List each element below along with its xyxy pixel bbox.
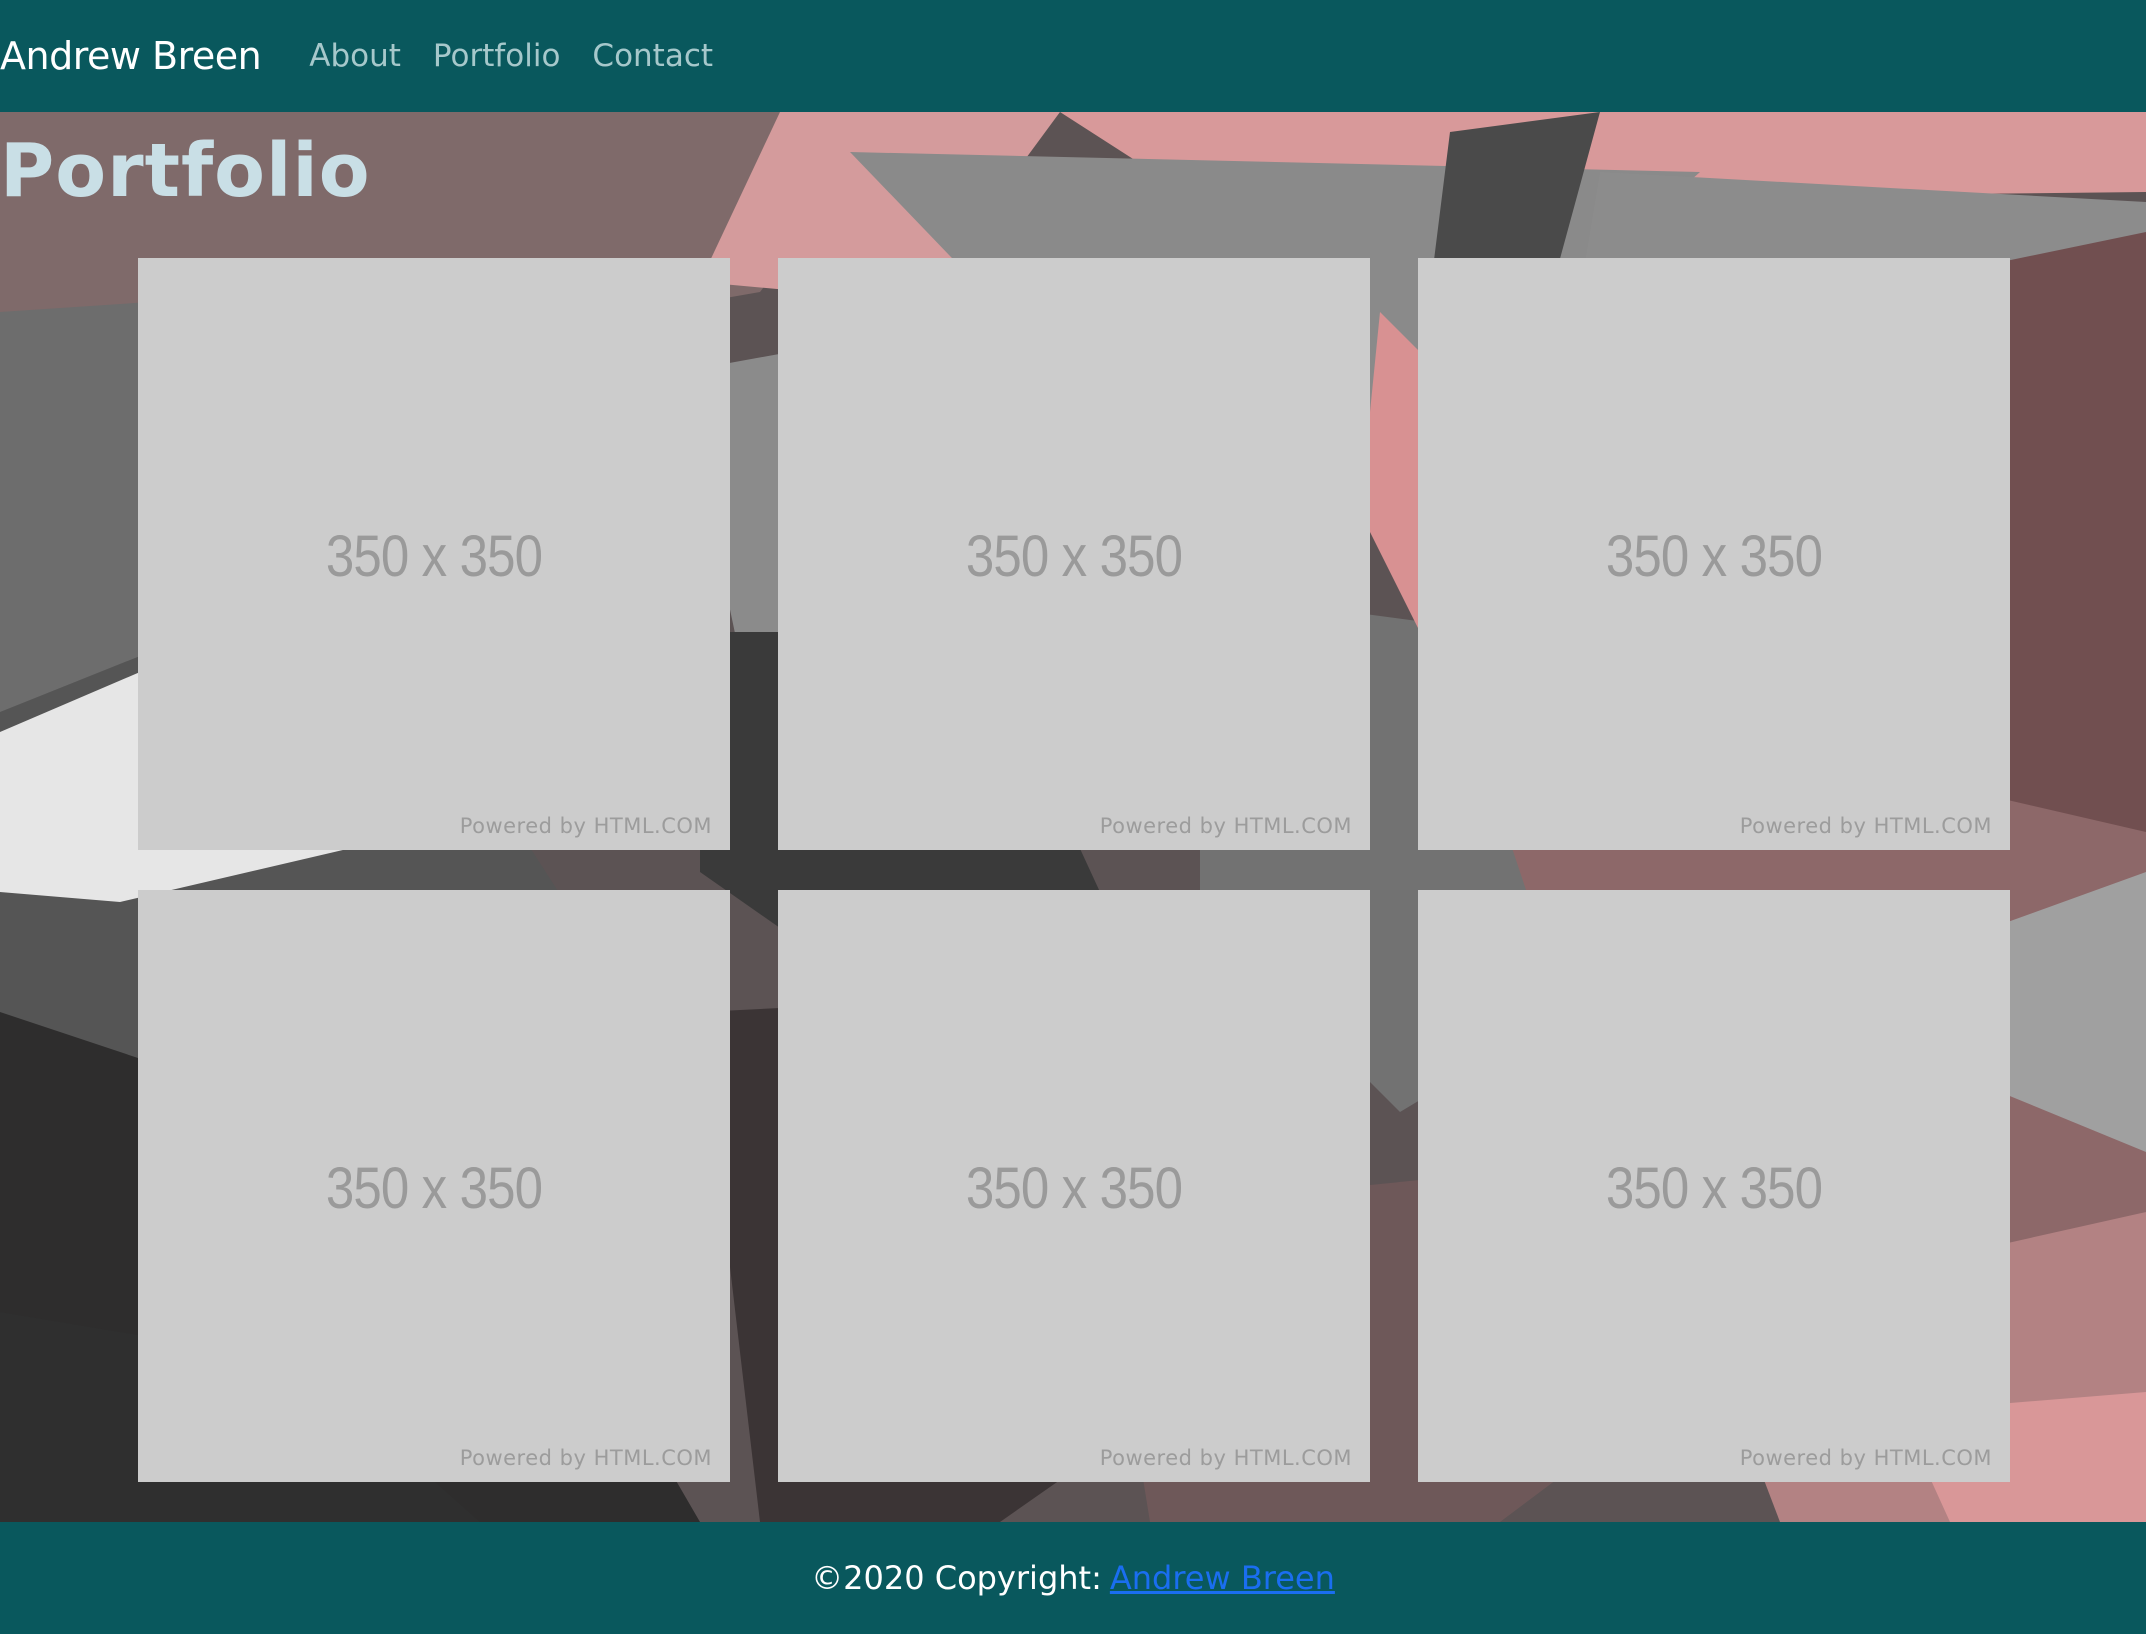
nav-link-about[interactable]: About xyxy=(309,38,401,74)
placeholder-credit: Powered by HTML.COM xyxy=(459,814,712,838)
placeholder-dimensions: 350 x 350 xyxy=(325,524,543,589)
placeholder-credit: Powered by HTML.COM xyxy=(1099,1446,1352,1470)
portfolio-card[interactable]: 350 x 350 Powered by HTML.COM xyxy=(778,258,1370,850)
navbar: Andrew Breen About Portfolio Contact xyxy=(0,0,2146,112)
portfolio-card[interactable]: 350 x 350 Powered by HTML.COM xyxy=(138,258,730,850)
brand-link[interactable]: Andrew Breen xyxy=(0,34,262,78)
nav-link-portfolio[interactable]: Portfolio xyxy=(433,38,561,74)
nav-link-contact[interactable]: Contact xyxy=(592,38,713,74)
portfolio-grid: 350 x 350 Powered by HTML.COM 350 x 350 … xyxy=(138,258,2010,1482)
nav-links: About Portfolio Contact xyxy=(309,38,713,74)
page-title: Portfolio xyxy=(0,128,371,214)
portfolio-card[interactable]: 350 x 350 Powered by HTML.COM xyxy=(1418,890,2010,1482)
portfolio-card[interactable]: 350 x 350 Powered by HTML.COM xyxy=(1418,258,2010,850)
placeholder-dimensions: 350 x 350 xyxy=(965,524,1183,589)
placeholder-dimensions: 350 x 350 xyxy=(1605,1156,1823,1221)
copyright-text: ©2020 Copyright: xyxy=(811,1559,1102,1597)
portfolio-card[interactable]: 350 x 350 Powered by HTML.COM xyxy=(138,890,730,1482)
placeholder-dimensions: 350 x 350 xyxy=(965,1156,1183,1221)
placeholder-dimensions: 350 x 350 xyxy=(1605,524,1823,589)
placeholder-credit: Powered by HTML.COM xyxy=(459,1446,712,1470)
placeholder-credit: Powered by HTML.COM xyxy=(1739,1446,1992,1470)
main-section: Portfolio 350 x 350 Powered by HTML.COM … xyxy=(0,112,2146,1522)
placeholder-credit: Powered by HTML.COM xyxy=(1739,814,1992,838)
placeholder-dimensions: 350 x 350 xyxy=(325,1156,543,1221)
footer-author-link[interactable]: Andrew Breen xyxy=(1110,1559,1335,1597)
portfolio-card[interactable]: 350 x 350 Powered by HTML.COM xyxy=(778,890,1370,1482)
footer: ©2020 Copyright: Andrew Breen xyxy=(0,1522,2146,1634)
placeholder-credit: Powered by HTML.COM xyxy=(1099,814,1352,838)
